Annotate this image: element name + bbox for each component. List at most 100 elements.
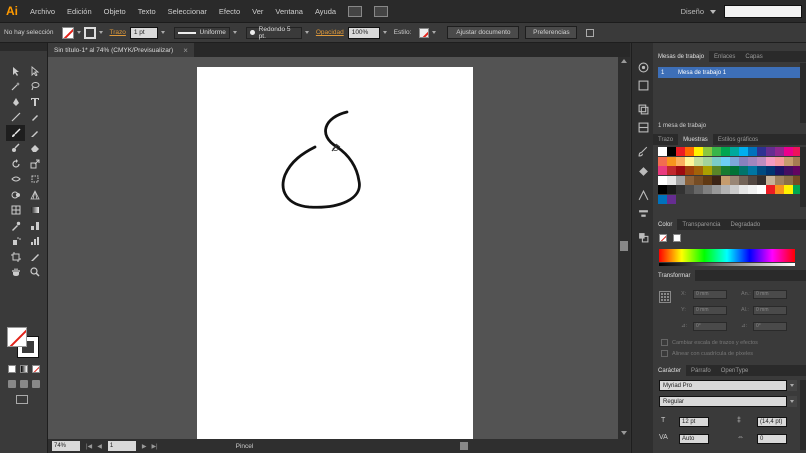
color-swatch[interactable]: [748, 175, 757, 185]
perspective-grid-tool[interactable]: [25, 187, 44, 203]
artboard-nav-prev[interactable]: |◀ ◀: [86, 443, 102, 450]
prev-page-icon[interactable]: ◀: [97, 443, 102, 450]
pencil-tool[interactable]: [25, 125, 44, 141]
first-page-icon[interactable]: |◀: [86, 443, 92, 450]
color-swatch[interactable]: [712, 185, 721, 194]
scale-tool[interactable]: [25, 156, 44, 172]
draw-behind-icon[interactable]: [20, 380, 28, 388]
color-swatch[interactable]: [667, 156, 676, 166]
color-swatch[interactable]: [766, 147, 775, 156]
color-swatch[interactable]: [676, 147, 685, 156]
reference-point-selector[interactable]: [659, 291, 671, 303]
gradient-mode-button[interactable]: [20, 365, 28, 373]
artboard-tool[interactable]: [6, 249, 25, 265]
color-swatch[interactable]: [658, 194, 667, 204]
hand-tool[interactable]: [6, 265, 25, 281]
artboard-nav-next[interactable]: ▶ ▶|: [142, 443, 158, 450]
screen-mode-icon[interactable]: [16, 395, 28, 404]
zoom-field[interactable]: 74%: [52, 441, 80, 451]
shear-field[interactable]: 0°: [753, 321, 787, 331]
font-size-field[interactable]: 12 pt: [679, 417, 709, 427]
color-swatch[interactable]: [676, 166, 685, 175]
color-swatch[interactable]: [757, 175, 766, 185]
chevron-down-icon[interactable]: [76, 31, 81, 34]
pen-tool[interactable]: [6, 94, 25, 110]
color-swatch[interactable]: [703, 166, 712, 175]
tab-links[interactable]: Enlaces: [709, 51, 740, 62]
draw-inside-icon[interactable]: [32, 380, 40, 388]
color-swatch[interactable]: [667, 147, 676, 156]
y-field[interactable]: 0 mm: [693, 305, 727, 315]
type-tool[interactable]: [25, 94, 44, 110]
shape-builder-tool[interactable]: [6, 187, 25, 203]
fill-none-chip[interactable]: [659, 234, 667, 242]
color-swatch[interactable]: [694, 166, 703, 175]
color-swatch[interactable]: [667, 166, 676, 175]
direct-selection-tool[interactable]: [25, 63, 44, 79]
stroke-weight-field[interactable]: 1 pt: [129, 26, 158, 39]
color-swatch[interactable]: [712, 147, 721, 156]
arrange-documents-icon[interactable]: [374, 5, 389, 17]
tools-panel-header[interactable]: [0, 43, 47, 51]
color-swatch[interactable]: [748, 156, 757, 166]
close-icon[interactable]: ×: [183, 46, 188, 55]
color-swatch[interactable]: [658, 175, 667, 185]
search-input[interactable]: [724, 5, 802, 18]
chevron-down-icon[interactable]: [98, 31, 103, 34]
color-swatch[interactable]: [766, 156, 775, 166]
type-panel-icon[interactable]: [637, 189, 649, 201]
color-swatch[interactable]: [784, 147, 793, 156]
workspace-switcher[interactable]: Diseño: [681, 7, 704, 16]
line-segment-tool[interactable]: [6, 110, 25, 126]
document-setup-button[interactable]: Ajustar documento: [447, 26, 520, 39]
eraser-tool[interactable]: [25, 141, 44, 157]
character-scrollbar[interactable]: [800, 380, 806, 450]
chevron-down-icon[interactable]: [160, 31, 165, 34]
tab-character[interactable]: Carácter: [653, 365, 687, 376]
artboard-list-item[interactable]: 1 Mesa de trabajo 1: [658, 67, 802, 78]
zoom-tool[interactable]: [25, 265, 44, 281]
color-swatch[interactable]: [766, 166, 775, 175]
chevron-down-icon[interactable]: [787, 396, 797, 407]
tab-paragraph[interactable]: Párrafo: [686, 365, 716, 376]
color-swatch[interactable]: [667, 185, 676, 194]
swatches-scrollbar[interactable]: [800, 147, 806, 207]
layers-icon[interactable]: [637, 103, 649, 115]
kerning-field[interactable]: Auto: [679, 434, 709, 444]
color-swatch[interactable]: [784, 185, 793, 194]
artboards-icon[interactable]: [637, 121, 649, 133]
chevron-down-icon[interactable]: [232, 31, 237, 34]
color-swatch[interactable]: [775, 156, 784, 166]
color-swatch[interactable]: [757, 147, 766, 156]
gradient-tool[interactable]: [25, 203, 44, 219]
appearance-icon[interactable]: [637, 79, 649, 91]
font-family-select[interactable]: Myriad Pro: [659, 380, 787, 391]
leading-field[interactable]: (14,4 pt): [757, 417, 787, 427]
color-swatch[interactable]: [694, 185, 703, 194]
color-swatch[interactable]: [685, 147, 694, 156]
eyedropper-tool[interactable]: [6, 218, 25, 234]
color-swatch[interactable]: [685, 175, 694, 185]
none-mode-button[interactable]: [32, 365, 40, 373]
menu-objeto[interactable]: Objeto: [98, 7, 132, 16]
color-swatch[interactable]: [694, 156, 703, 166]
color-swatch[interactable]: [721, 175, 730, 185]
stroke-white-chip[interactable]: [673, 234, 681, 242]
menu-efecto[interactable]: Efecto: [213, 7, 246, 16]
scroll-up-icon[interactable]: [621, 59, 627, 63]
rotate-field[interactable]: 0°: [693, 321, 727, 331]
color-swatch[interactable]: [658, 185, 667, 194]
menu-texto[interactable]: Texto: [132, 7, 162, 16]
rotate-tool[interactable]: [6, 156, 25, 172]
color-swatch[interactable]: [676, 185, 685, 194]
tab-color[interactable]: Color: [653, 219, 678, 230]
stroke-color-swatch[interactable]: [83, 26, 96, 39]
menu-ayuda[interactable]: Ayuda: [309, 7, 342, 16]
color-swatch[interactable]: [685, 166, 694, 175]
color-swatch[interactable]: [730, 175, 739, 185]
selection-tool[interactable]: [6, 63, 25, 79]
color-swatch[interactable]: [712, 166, 721, 175]
color-swatch[interactable]: [667, 175, 676, 185]
opacity-label-link[interactable]: Opacidad: [316, 29, 344, 36]
tracking-field[interactable]: 0: [757, 434, 787, 444]
